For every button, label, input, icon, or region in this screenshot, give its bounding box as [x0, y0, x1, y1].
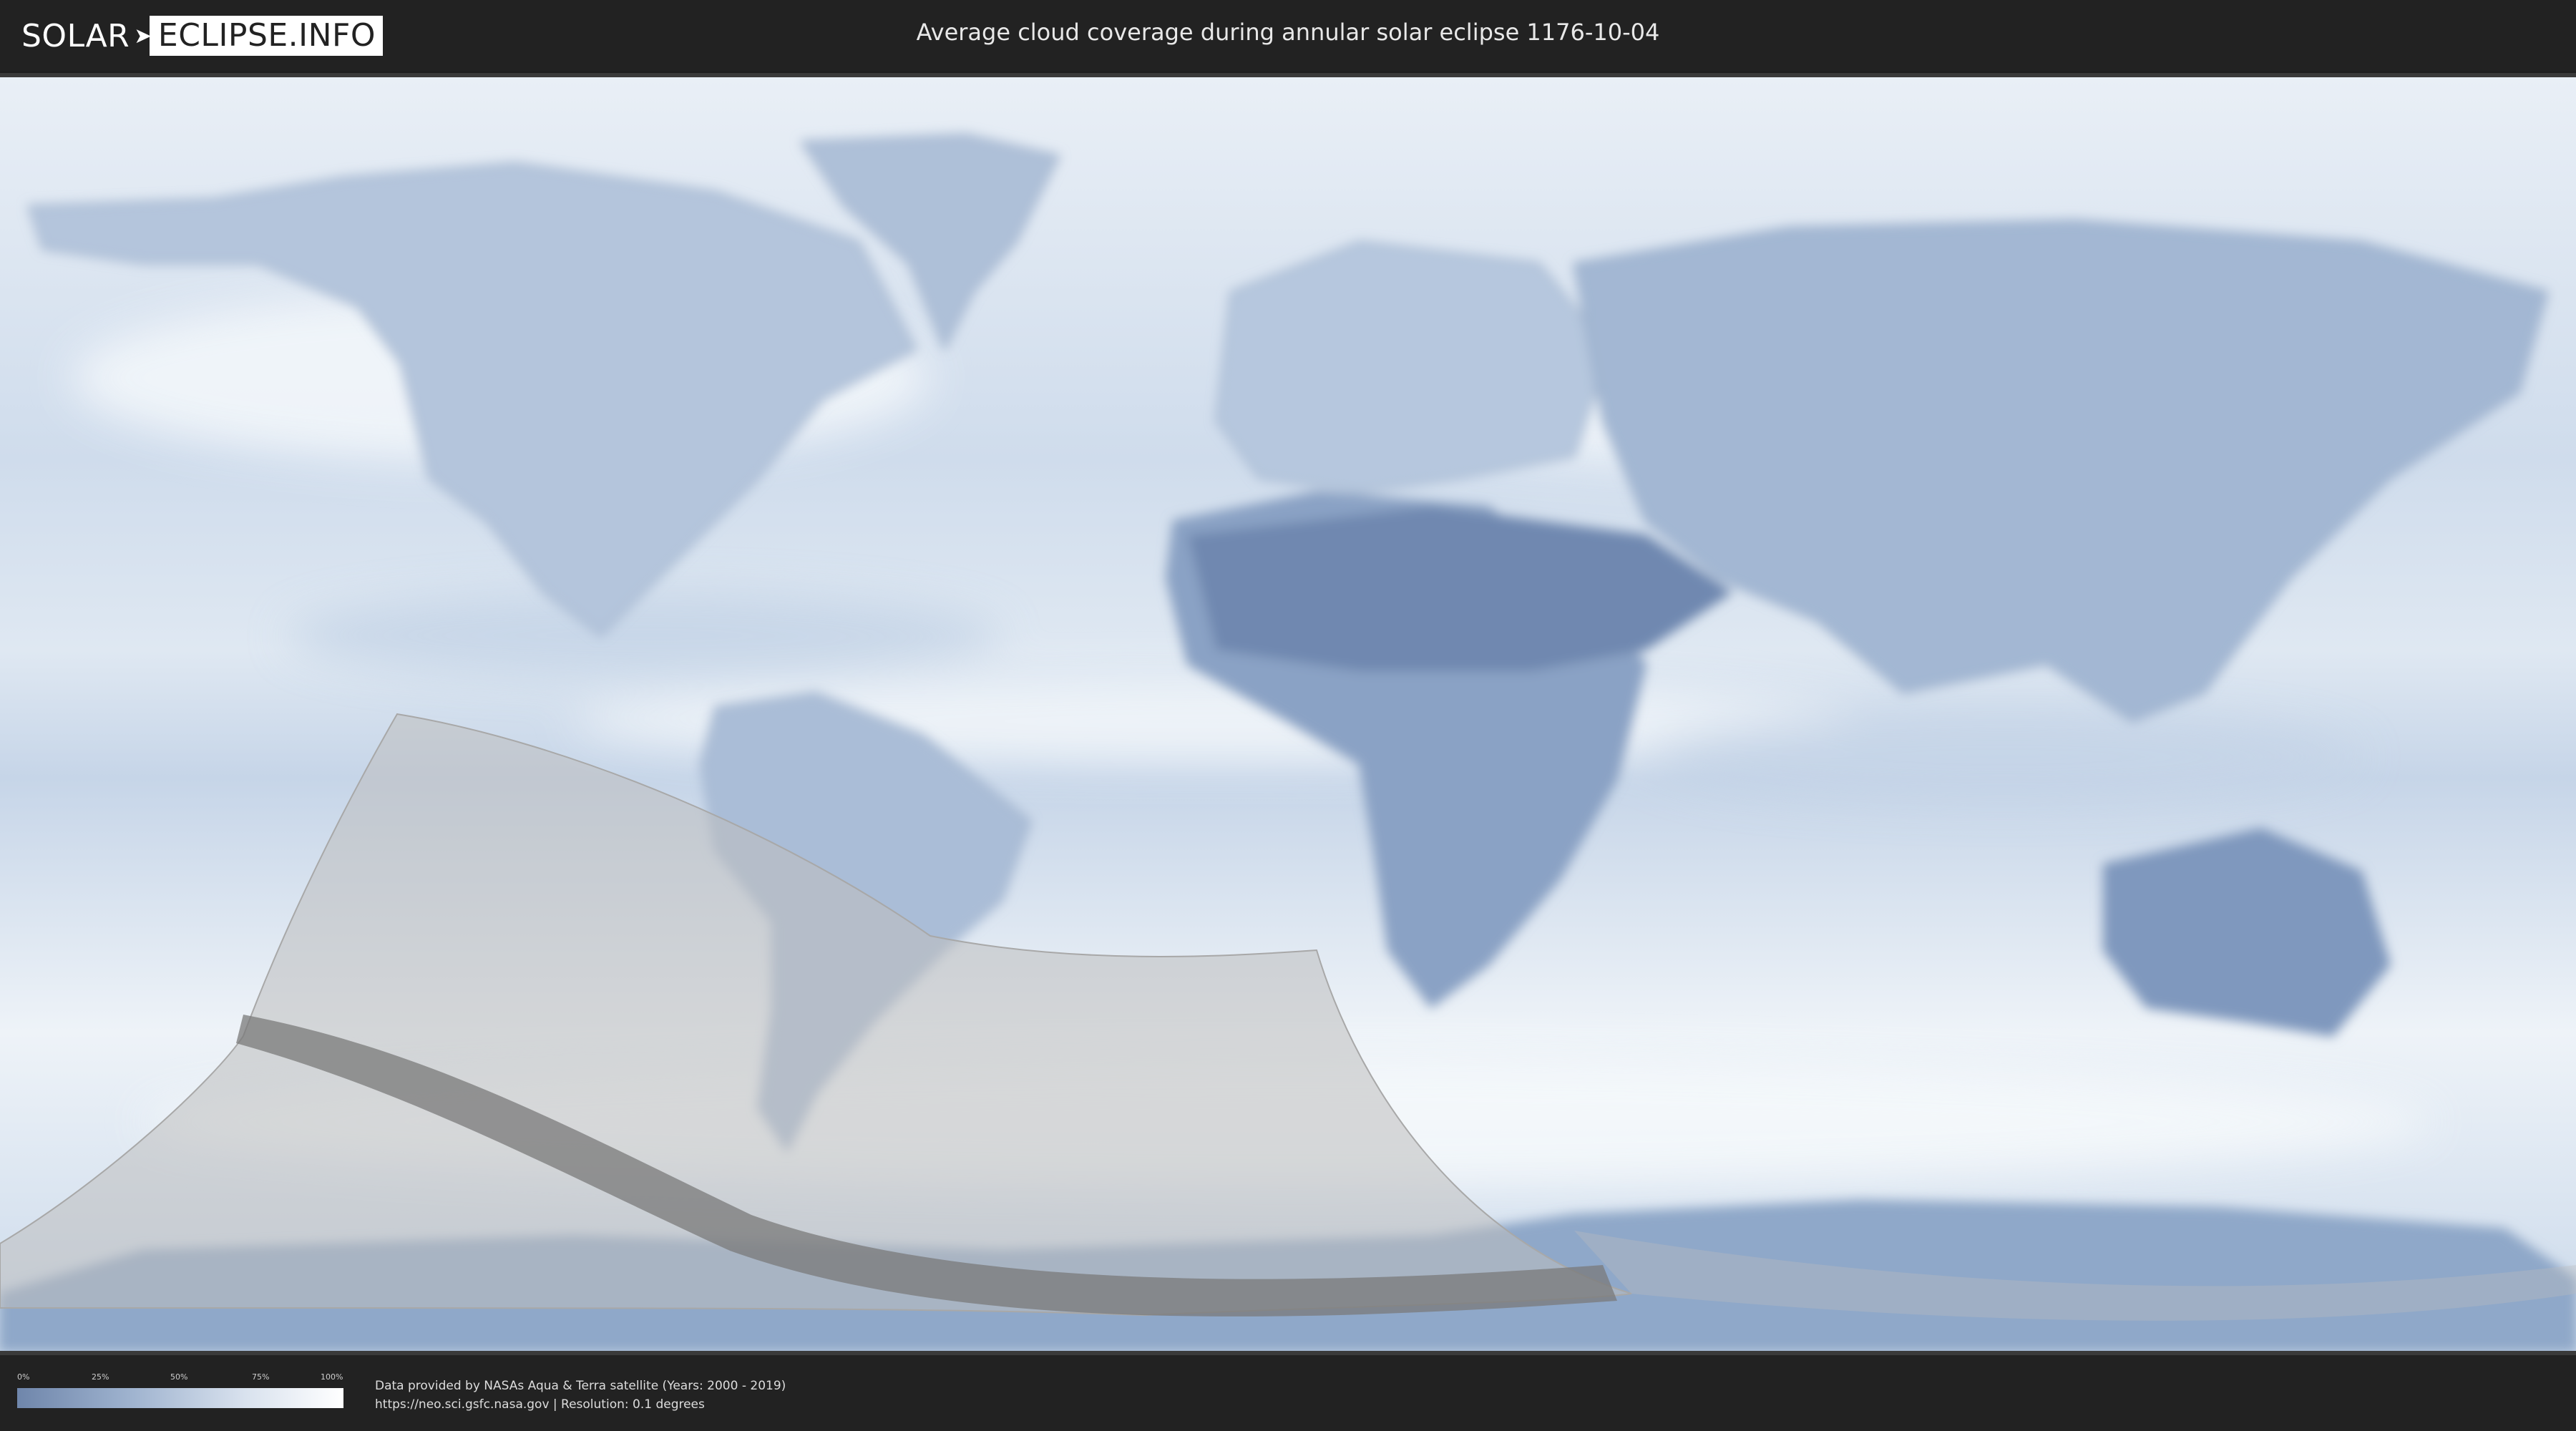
legend-tick-0: 0%	[17, 1372, 30, 1382]
legend-ticks: 0% 25% 50% 75% 100%	[17, 1372, 343, 1385]
europe	[1215, 240, 1611, 494]
data-credits: Data provided by NASAs Aqua & Terra sate…	[375, 1377, 786, 1414]
legend-tick-50: 50%	[170, 1372, 188, 1382]
footer-bar: 0% 25% 50% 75% 100% Data provided by NAS…	[0, 1355, 2576, 1431]
legend-tick-100: 100%	[321, 1372, 343, 1382]
credits-line-1: Data provided by NASAs Aqua & Terra sate…	[375, 1379, 786, 1393]
cloud-coverage-map	[0, 73, 2576, 1355]
legend-tick-75: 75%	[252, 1372, 270, 1382]
credits-line-2: https://neo.sci.gsfc.nasa.gov | Resoluti…	[375, 1397, 705, 1412]
cloud-coverage-legend: 0% 25% 50% 75% 100%	[17, 1372, 343, 1408]
legend-gradient-bar	[17, 1388, 343, 1408]
header-bar: SOLAR ➤ ECLIPSE.INFO Average cloud cover…	[0, 0, 2576, 72]
page-title: Average cloud coverage during annular so…	[916, 19, 1660, 46]
world-map	[0, 77, 2576, 1351]
legend-tick-25: 25%	[92, 1372, 109, 1382]
